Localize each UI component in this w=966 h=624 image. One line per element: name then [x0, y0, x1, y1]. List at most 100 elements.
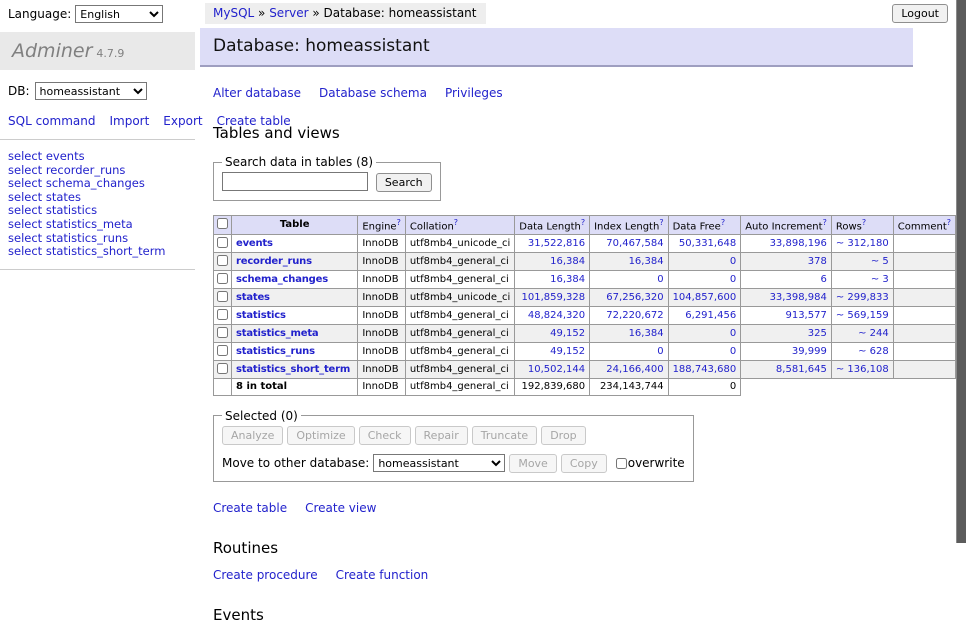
data-length-value-link[interactable]: 49,152 — [550, 328, 585, 339]
search-button[interactable]: Search — [376, 173, 432, 192]
index-length-value-link[interactable]: 16,384 — [629, 256, 664, 267]
index-length-value-link[interactable]: 72,220,672 — [606, 310, 663, 321]
rows-value-link[interactable]: ~ 136,108 — [836, 364, 889, 375]
db-select[interactable]: homeassistant — [35, 82, 147, 100]
create-view-link[interactable]: Create view — [305, 501, 376, 515]
select-recorder-runs-link[interactable]: select recorder_runs — [8, 164, 195, 178]
auto-increment-value-link[interactable]: 913,577 — [785, 310, 826, 321]
table-name-link-statistics-meta[interactable]: statistics_meta — [236, 328, 318, 339]
table-name-link-statistics[interactable]: statistics — [236, 310, 286, 321]
data-length-value-link[interactable]: 16,384 — [550, 274, 585, 285]
rows-value-link[interactable]: ~ 244 — [858, 328, 889, 339]
sql-command-link[interactable]: SQL command — [8, 114, 95, 128]
import-link[interactable]: Import — [109, 114, 149, 128]
help-icon[interactable]: ? — [581, 218, 585, 227]
data-free-value-link[interactable]: 0 — [730, 346, 736, 357]
auto-increment-value-link[interactable]: 33,398,984 — [770, 292, 827, 303]
select-all-checkbox[interactable] — [217, 218, 228, 229]
create-procedure-link[interactable]: Create procedure — [213, 568, 318, 582]
row-checkbox-statistics-runs[interactable] — [217, 345, 228, 356]
data-free-value-link[interactable]: 188,743,680 — [673, 364, 737, 375]
index-length-value-link[interactable]: 24,166,400 — [606, 364, 663, 375]
export-link[interactable]: Export — [163, 114, 202, 128]
select-events-link[interactable]: select events — [8, 150, 195, 164]
language-select[interactable]: English — [75, 5, 163, 23]
data-free-value-link[interactable]: 104,857,600 — [673, 292, 737, 303]
select-statistics-meta-link[interactable]: select statistics_meta — [8, 218, 195, 232]
row-checkbox-recorder-runs[interactable] — [217, 255, 228, 266]
index-length-value-link[interactable]: 0 — [657, 274, 663, 285]
data-length-value-link[interactable]: 10,502,144 — [528, 364, 585, 375]
optimize-button[interactable]: Optimize — [287, 426, 354, 445]
truncate-button[interactable]: Truncate — [472, 426, 537, 445]
vertical-scrollbar[interactable] — [956, 0, 966, 543]
selected-buttons-row: AnalyzeOptimize CheckRepairTruncateDrop — [222, 426, 685, 445]
data-free-value-link[interactable]: 0 — [730, 328, 736, 339]
rows-value-link[interactable]: ~ 5 — [871, 256, 889, 267]
select-statistics-link[interactable]: select statistics — [8, 204, 195, 218]
analyze-button[interactable]: Analyze — [222, 426, 283, 445]
alter-database-link[interactable]: Alter database — [213, 86, 301, 100]
rows-value-link[interactable]: ~ 3 — [871, 274, 889, 285]
table-name-link-states[interactable]: states — [236, 292, 270, 303]
auto-increment-value-link[interactable]: 33,898,196 — [770, 238, 827, 249]
index-length-value-link[interactable]: 70,467,584 — [606, 238, 663, 249]
help-icon[interactable]: ? — [721, 218, 725, 227]
table-row: statisticsInnoDButf8mb4_general_ci48,824… — [214, 306, 956, 324]
auto-increment-value-link[interactable]: 325 — [808, 328, 827, 339]
index-length-value-link[interactable]: 0 — [657, 346, 663, 357]
rows-value-link[interactable]: ~ 312,180 — [836, 238, 889, 249]
move-db-select[interactable]: homeassistant — [373, 454, 505, 472]
data-free-value-link[interactable]: 0 — [730, 256, 736, 267]
row-checkbox-schema-changes[interactable] — [217, 273, 228, 284]
data-length-value-link[interactable]: 31,522,816 — [528, 238, 585, 249]
data-free-value-link[interactable]: 6,291,456 — [685, 310, 736, 321]
create-table-link[interactable]: Create table — [213, 501, 287, 515]
search-input[interactable] — [222, 172, 368, 191]
repair-button[interactable]: Repair — [415, 426, 468, 445]
move-button[interactable]: Move — [509, 454, 557, 473]
help-icon[interactable]: ? — [454, 218, 458, 227]
row-checkbox-states[interactable] — [217, 291, 228, 302]
data-free-value-link[interactable]: 0 — [730, 274, 736, 285]
table-name-link-statistics-runs[interactable]: statistics_runs — [236, 346, 315, 357]
rows-value-link[interactable]: ~ 628 — [858, 346, 889, 357]
select-schema-changes-link[interactable]: select schema_changes — [8, 177, 195, 191]
select-states-link[interactable]: select states — [8, 191, 195, 205]
auto-increment-value-link[interactable]: 6 — [820, 274, 826, 285]
table-name-link-events[interactable]: events — [236, 238, 273, 249]
row-checkbox-events[interactable] — [217, 237, 228, 248]
help-icon[interactable]: ? — [947, 218, 951, 227]
drop-button[interactable]: Drop — [541, 426, 585, 445]
data-free-value-link[interactable]: 50,331,648 — [679, 238, 736, 249]
auto-increment-value-link[interactable]: 378 — [808, 256, 827, 267]
index-length-value-link[interactable]: 67,256,320 — [606, 292, 663, 303]
row-checkbox-statistics[interactable] — [217, 309, 228, 320]
data-length-value-link[interactable]: 48,824,320 — [528, 310, 585, 321]
database-schema-link[interactable]: Database schema — [319, 86, 427, 100]
data-length-value-link[interactable]: 16,384 — [550, 256, 585, 267]
create-function-link[interactable]: Create function — [336, 568, 429, 582]
copy-button[interactable]: Copy — [561, 454, 607, 473]
help-icon[interactable]: ? — [659, 218, 663, 227]
data-length-value-link[interactable]: 101,859,328 — [521, 292, 585, 303]
select-statistics-runs-link[interactable]: select statistics_runs — [8, 232, 195, 246]
select-statistics-short-term-link[interactable]: select statistics_short_term — [8, 245, 195, 259]
rows-value-link[interactable]: ~ 299,833 — [836, 292, 889, 303]
overwrite-checkbox[interactable] — [616, 458, 627, 469]
help-icon[interactable]: ? — [397, 218, 401, 227]
check-button[interactable]: Check — [359, 426, 411, 445]
auto-increment-value-link[interactable]: 39,999 — [792, 346, 827, 357]
row-checkbox-statistics-meta[interactable] — [217, 327, 228, 338]
rows-value-link[interactable]: ~ 569,159 — [836, 310, 889, 321]
table-name-link-schema-changes[interactable]: schema_changes — [236, 274, 328, 285]
help-icon[interactable]: ? — [862, 218, 866, 227]
table-name-link-recorder-runs[interactable]: recorder_runs — [236, 256, 312, 267]
privileges-link[interactable]: Privileges — [445, 86, 503, 100]
help-icon[interactable]: ? — [823, 218, 827, 227]
row-checkbox-statistics-short-term[interactable] — [217, 363, 228, 374]
data-length-value-link[interactable]: 49,152 — [550, 346, 585, 357]
auto-increment-value-link[interactable]: 8,581,645 — [776, 364, 827, 375]
index-length-value-link[interactable]: 16,384 — [629, 328, 664, 339]
table-name-link-statistics-short-term[interactable]: statistics_short_term — [236, 364, 350, 375]
